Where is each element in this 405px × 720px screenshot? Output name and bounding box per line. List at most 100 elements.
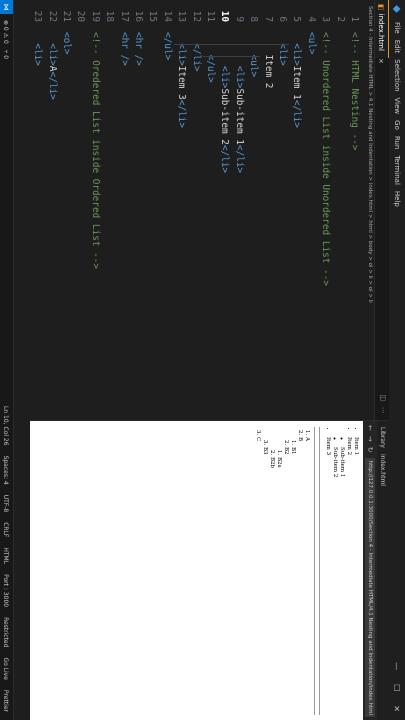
code-line[interactable]: 19 <!-- Oredered List inside Ordered List…: [87, 0, 101, 420]
code-line[interactable]: 11 </ul>: [203, 0, 217, 420]
line-number: 6: [277, 16, 288, 22]
code-line[interactable]: 15: [145, 0, 159, 420]
code-line[interactable]: 12 </li>: [188, 0, 202, 420]
line-number: 2: [334, 16, 346, 22]
tab-index-html[interactable]: ◧ index.html ×: [375, 0, 389, 64]
tab-label: index.html: [377, 13, 386, 51]
minimize-icon[interactable]: —: [393, 662, 402, 670]
code-line[interactable]: 6 <li>: [275, 0, 289, 420]
forward-icon[interactable]: →: [366, 436, 374, 442]
list-item: Item 1: [352, 437, 359, 715]
menu-go[interactable]: Go: [393, 120, 401, 130]
line-number: 8: [248, 16, 260, 22]
line-number: 7: [262, 16, 274, 22]
code-line[interactable]: 2: [332, 0, 346, 420]
code-line[interactable]: 10 <li>Sub-item 2</li>: [217, 0, 231, 420]
code-editor[interactable]: 1 <!-- HTML Nesting --> 2 3 <!-- Unordered L…: [30, 0, 365, 420]
code-text: <li>: [277, 32, 288, 66]
code-line[interactable]: 13 <li>Item 3</li>: [174, 0, 188, 420]
editor-tab-strip: ◧ index.html × ◫ ⋯: [374, 0, 389, 420]
preview-tab[interactable]: index.html: [380, 448, 387, 486]
reload-icon[interactable]: ↻: [366, 447, 374, 453]
unordered-list-block: Item 1 Item 2 Sub-item 1 Sub-item 2 Item…: [254, 421, 363, 720]
menu-file[interactable]: File: [393, 22, 401, 34]
line-number: 5: [291, 16, 303, 22]
code-text: <li>Sub-item 2</li>: [219, 32, 231, 174]
code-text: <li>Item 3</li>: [176, 32, 188, 128]
code-line[interactable]: 18: [102, 0, 116, 420]
maximize-icon[interactable]: ☐: [393, 684, 402, 691]
list-item: Item 3: [324, 437, 331, 715]
code-text: </ul>: [205, 32, 216, 83]
menu-help[interactable]: Help: [393, 191, 401, 207]
more-actions-icon[interactable]: ⋯: [379, 407, 387, 414]
prettier-button[interactable]: Prettier: [3, 690, 10, 712]
code-line[interactable]: 22 <li>A</li>: [44, 0, 58, 420]
line-number: 4: [305, 16, 317, 22]
close-window-icon[interactable]: ✕: [393, 705, 402, 712]
server-port[interactable]: Port : 3000: [3, 574, 10, 607]
remote-indicator-icon[interactable]: ⋈: [0, 0, 13, 14]
line-number: 9: [233, 16, 245, 22]
code-line[interactable]: 4 <ul>: [303, 0, 317, 420]
vscode-logo-icon: ◆: [391, 5, 403, 13]
go-live-button[interactable]: Go Live: [3, 657, 10, 679]
code-text: <!-- Unordered List inside Unordered Lis…: [320, 32, 332, 286]
nested-nested-ordered-list: B2a B2b: [268, 447, 282, 715]
menu-view[interactable]: View: [393, 98, 401, 115]
menu-edit[interactable]: Edit: [393, 40, 401, 54]
indentation[interactable]: Spaces: 4: [3, 456, 10, 485]
list-item: B1: [289, 447, 296, 715]
code-text: <li>Item 1</li>: [291, 32, 303, 128]
ports-count[interactable]: ⑂ 0: [3, 50, 10, 59]
code-line[interactable]: 5 <li>Item 1</li>: [289, 0, 303, 420]
breadcrumb[interactable]: Section 4 - Intermediate HTML > 4.1 Nest…: [365, 0, 375, 420]
code-text: <ul>: [248, 32, 260, 78]
line-number: 10: [219, 10, 231, 22]
code-text: </li>: [190, 32, 202, 72]
rendered-page: Item 1 Item 2 Sub-item 1 Sub-item 2 Item…: [30, 421, 363, 720]
status-bar: ⋈ ⊗ 0 ⚠ 0 ⑂ 0 Ln 10, Col 26 Spaces: 4 UT…: [0, 0, 14, 720]
code-line[interactable]: 1 <!-- HTML Nesting -->: [347, 0, 361, 420]
code-text: <ul>: [305, 32, 317, 55]
cursor-position[interactable]: Ln 10, Col 26: [3, 406, 10, 446]
list-item: B2b: [268, 457, 275, 715]
restricted-mode[interactable]: Restricted: [3, 617, 10, 647]
code-text: Item 2: [262, 32, 274, 89]
code-line[interactable]: 16 <hr />: [131, 0, 145, 420]
menu-run[interactable]: Run: [393, 136, 401, 149]
outer-ordered-list: A B B1 B2 B2a B2b: [254, 427, 310, 715]
status-right: Ln 10, Col 26 Spaces: 4 UTF-8 CRLF HTML …: [3, 406, 10, 720]
nested-ordered-list: B1 B2 B2a B2b B3: [261, 437, 296, 715]
window-controls: — ☐ ✕: [393, 662, 402, 720]
code-text: <li>A</li>: [46, 32, 58, 100]
code-line[interactable]: 14 </ul>: [159, 0, 173, 420]
browser-address-bar: ← → ↻ http://127.0.0.1:3000/Section 4 - …: [363, 421, 377, 720]
menu-terminal[interactable]: Terminal: [393, 155, 401, 185]
code-line[interactable]: 7 Item 2: [260, 0, 274, 420]
code-text: <li>Sub-item 1</li>: [233, 32, 245, 174]
line-ending[interactable]: CRLF: [3, 522, 10, 537]
code-line[interactable]: 3 <!-- Unordered List inside Unordered Li…: [318, 0, 332, 420]
code-line[interactable]: 21 <ol>: [59, 0, 73, 420]
code-line[interactable]: 9 <li>Sub-item 1</li>: [231, 0, 245, 420]
code-line[interactable]: 20: [73, 0, 87, 420]
code-text: </ul>: [161, 32, 173, 61]
code-line[interactable]: 23 <li>: [30, 0, 44, 420]
problems-count[interactable]: ⊗ 0 ⚠ 0: [3, 20, 10, 44]
code-line[interactable]: 8 <ul>: [246, 0, 260, 420]
url-input[interactable]: http://127.0.0.1:3000/Section 4 - Interm…: [365, 457, 375, 717]
library-tab[interactable]: Library: [380, 421, 387, 448]
menu-selection[interactable]: Selection: [393, 59, 401, 91]
code-line[interactable]: 17 <hr />: [116, 0, 130, 420]
language-mode[interactable]: HTML: [3, 547, 10, 564]
line-number: 13: [176, 10, 188, 22]
tab-close-icon[interactable]: ×: [378, 58, 386, 64]
encoding[interactable]: UTF-8: [3, 495, 10, 513]
line-number: 17: [118, 10, 130, 22]
split-editor-icon[interactable]: ◫: [379, 394, 387, 401]
line-number: 19: [89, 10, 101, 22]
list-item: B2a: [275, 457, 282, 715]
title-bar: ◆ File Edit Selection View Go Run Termin…: [388, 0, 405, 720]
back-icon[interactable]: ←: [366, 425, 374, 431]
